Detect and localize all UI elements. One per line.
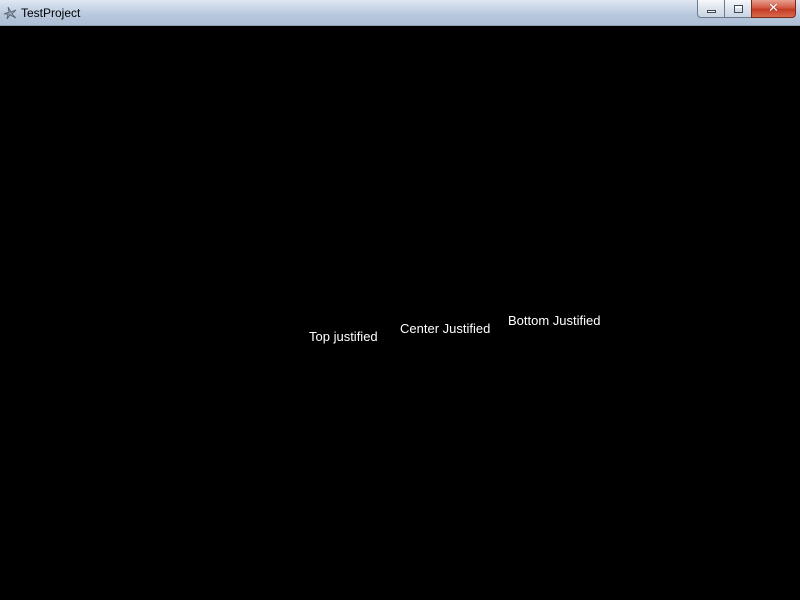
maximize-button[interactable] (724, 0, 751, 18)
center-justified-label: Center Justified (400, 321, 491, 336)
bottom-justified-label: Bottom Justified (508, 313, 601, 328)
window-controls: ✕ (697, 0, 796, 19)
minimize-button[interactable] (697, 0, 724, 18)
close-icon: ✕ (768, 1, 779, 16)
maximize-icon (733, 4, 743, 13)
close-button[interactable]: ✕ (751, 0, 796, 18)
app-icon[interactable] (2, 5, 18, 21)
window-title: TestProject (21, 6, 81, 20)
app-window: TestProject ✕ Top justified Center Justi… (0, 0, 800, 600)
minimize-icon (706, 9, 716, 13)
client-area: Top justified Center Justified Bottom Ju… (0, 26, 800, 600)
top-justified-label: Top justified (309, 329, 378, 344)
title-bar[interactable]: TestProject ✕ (0, 0, 800, 26)
